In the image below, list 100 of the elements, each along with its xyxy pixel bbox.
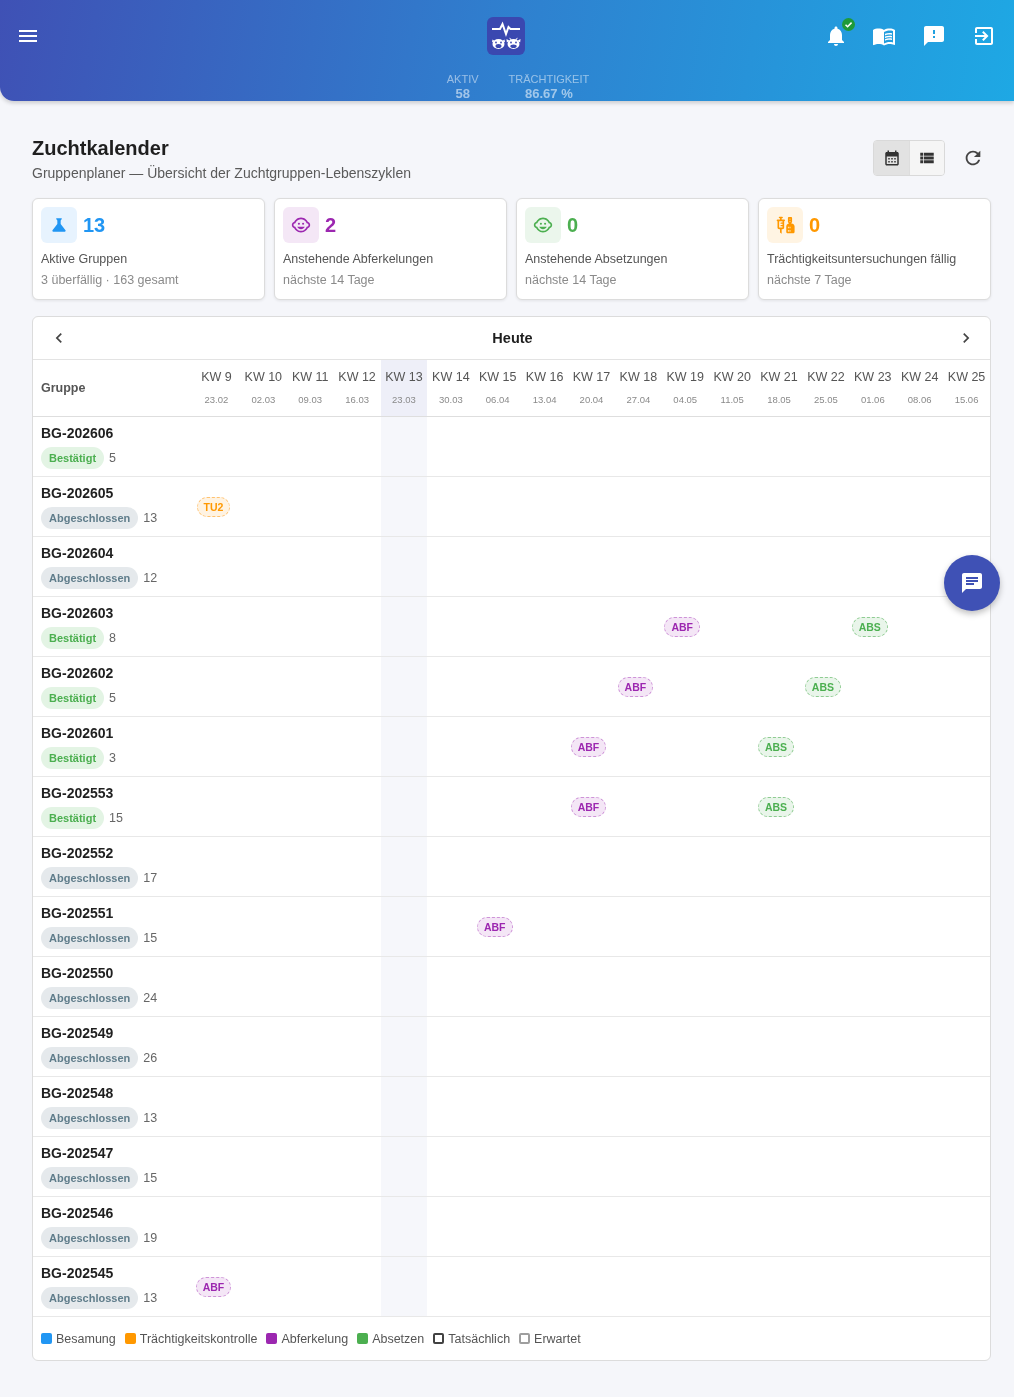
- feedback-icon[interactable]: [922, 24, 946, 48]
- week-date: 08.06: [907, 394, 932, 406]
- week-date: 16.03: [345, 394, 369, 406]
- header-stat-value: 86.67 %: [525, 86, 573, 102]
- week-label: KW 10: [244, 369, 283, 385]
- header-stat-value: 58: [455, 86, 470, 102]
- status-tag: Abgeschlossen: [41, 567, 139, 589]
- header-stat-label: TRÄCHTIGKEIT: [508, 72, 590, 86]
- header-stat-label: AKTIV: [446, 72, 479, 86]
- week-label: KW 25: [947, 369, 986, 385]
- group-name: BG-202602: [41, 665, 115, 682]
- count-label: 19: [143, 1231, 158, 1245]
- status-tag: Abgeschlossen: [41, 1227, 139, 1249]
- syringe-vial-icon: [767, 207, 803, 243]
- count-label: 12: [143, 571, 158, 585]
- status-tag: Bestätigt: [41, 447, 105, 469]
- week-label: KW 23: [854, 369, 892, 385]
- chat-icon: [960, 571, 984, 595]
- count-label: 3: [109, 751, 116, 765]
- status-tag: Abgeschlossen: [41, 867, 139, 889]
- week-label: KW 14: [432, 369, 470, 385]
- group-name: BG-202546: [41, 1205, 115, 1222]
- count-label: 15: [109, 811, 123, 825]
- status-tag: Bestätigt: [41, 627, 105, 649]
- week-label: KW 20: [713, 369, 751, 385]
- week-date: 02.03: [251, 394, 276, 406]
- logo-icon[interactable]: [487, 17, 525, 55]
- week-date: 20.04: [579, 394, 604, 406]
- stat-note: nächste 7 Tage: [767, 272, 853, 288]
- group-name: BG-202605: [41, 485, 115, 502]
- week-date: 09.03: [298, 394, 323, 406]
- event-tag[interactable]: ABF: [195, 1276, 232, 1297]
- status-tag: Bestätigt: [41, 687, 105, 709]
- group-name: BG-202548: [41, 1085, 115, 1102]
- week-label: KW 18: [619, 369, 658, 385]
- baby-face-icon: [525, 207, 561, 243]
- page-title: Zuchtkalender: [32, 136, 170, 160]
- event-tag[interactable]: ABF: [570, 796, 607, 817]
- event-tag[interactable]: ABF: [664, 616, 701, 637]
- count-label: 5: [109, 451, 116, 465]
- week-date: 23.02: [204, 394, 229, 406]
- stat-note: 3 überfällig · 163 gesamt: [41, 272, 180, 288]
- event-tag[interactable]: ABF: [476, 916, 513, 937]
- status-tag: Abgeschlossen: [41, 1107, 139, 1129]
- legend-label: Abferkelung: [281, 1331, 349, 1346]
- week-date: 15.06: [954, 394, 979, 406]
- week-label: KW 11: [291, 369, 329, 385]
- week-date: 27.04: [626, 394, 651, 406]
- count-label: 15: [143, 1171, 158, 1185]
- count-label: 24: [143, 991, 158, 1005]
- list-view-button[interactable]: [909, 141, 944, 175]
- week-date: 06.04: [485, 394, 510, 406]
- week-label: KW 16: [525, 369, 564, 385]
- stat-value: 0: [809, 213, 821, 237]
- logout-icon[interactable]: [972, 24, 996, 48]
- group-name: BG-202550: [41, 965, 115, 982]
- week-label: KW 17: [572, 369, 611, 385]
- week-date: 23.03: [392, 394, 416, 406]
- status-tag: Abgeschlossen: [41, 1047, 139, 1069]
- legend-label: Tatsächlich: [448, 1331, 511, 1346]
- today-button[interactable]: Heute: [486, 328, 539, 348]
- legend-label: Trächtigkeitskontrolle: [139, 1331, 258, 1346]
- week-date: 11.05: [720, 394, 744, 406]
- group-name: BG-202552: [41, 845, 115, 862]
- count-label: 13: [143, 511, 158, 525]
- week-date: 13.04: [532, 394, 557, 406]
- calendar-view-button[interactable]: [874, 141, 909, 175]
- week-label: KW 9: [201, 369, 232, 385]
- week-date: 30.03: [438, 394, 463, 406]
- week-label: KW 12: [338, 369, 376, 385]
- status-tag: Bestätigt: [41, 747, 105, 769]
- count-label: 17: [143, 871, 158, 885]
- group-name: BG-202553: [41, 785, 115, 802]
- group-name: BG-202547: [41, 1145, 115, 1162]
- stat-label: Trächtigkeitsuntersuchungen fällig: [767, 251, 958, 268]
- status-tag: Abgeschlossen: [41, 987, 139, 1009]
- stat-value: 2: [325, 213, 337, 237]
- week-label: KW 22: [807, 369, 845, 385]
- stat-note: nächste 14 Tage: [525, 272, 618, 288]
- legend-label: Absetzen: [372, 1331, 425, 1346]
- week-date: 01.06: [860, 394, 885, 406]
- group-name: BG-202545: [41, 1265, 115, 1282]
- count-label: 8: [109, 631, 116, 645]
- week-date: 25.05: [814, 394, 838, 406]
- legend-label: Erwartet: [534, 1331, 581, 1346]
- count-label: 15: [143, 931, 158, 945]
- event-tag[interactable]: ABF: [617, 676, 654, 697]
- status-tag: Bestätigt: [41, 807, 105, 829]
- count-label: 5: [109, 691, 116, 705]
- week-date: 18.05: [767, 394, 791, 406]
- stat-value: 0: [567, 213, 579, 237]
- page-subtitle: Gruppenplaner — Übersicht der Zuchtgruppen-Lebenszyklen: [32, 164, 411, 182]
- group-name: BG-202601: [41, 725, 115, 742]
- status-tag: Abgeschlossen: [41, 927, 139, 949]
- check-badge-icon: [842, 18, 855, 31]
- status-tag: Abgeschlossen: [41, 507, 139, 529]
- week-label: KW 19: [666, 369, 704, 385]
- event-tag[interactable]: ABF: [570, 736, 607, 757]
- stat-label: Aktive Gruppen: [41, 251, 129, 268]
- week-label: KW 21: [760, 369, 798, 385]
